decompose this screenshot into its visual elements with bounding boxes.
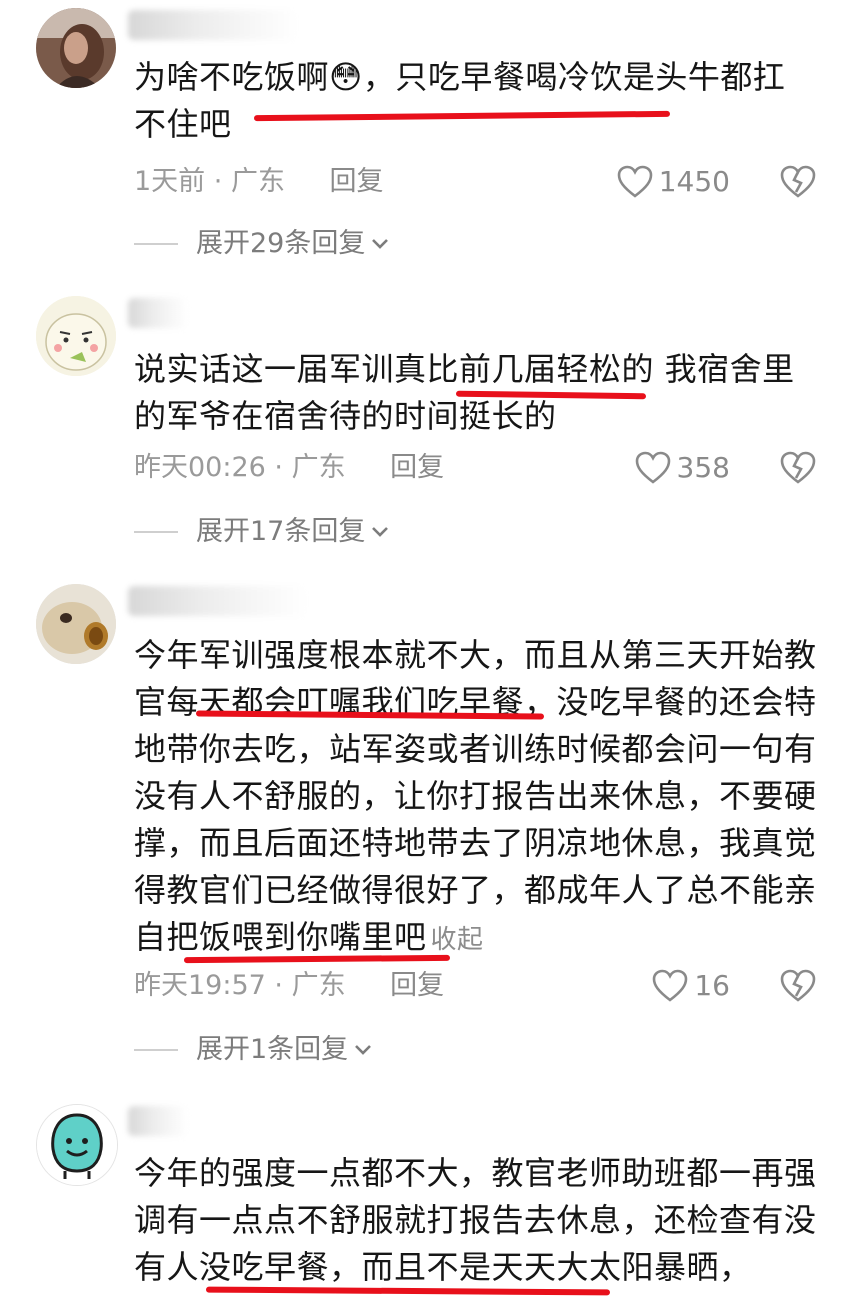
comment-line: 不住吧: [134, 105, 232, 143]
chevron-down-icon: [355, 1045, 372, 1055]
broken-heart-icon[interactable]: [780, 968, 816, 1004]
chevron-down-icon: [372, 527, 389, 537]
comment-line: 地带你去吃，站军姿或者训练时候都会问一句有: [134, 730, 817, 768]
heart-icon: [617, 165, 653, 198]
divider: [134, 1049, 178, 1051]
heart-icon: [635, 451, 670, 484]
region: · 广东: [274, 970, 346, 1001]
like-count: 358: [676, 451, 730, 484]
expand-replies[interactable]: 展开29条回复: [134, 224, 391, 264]
divider: [134, 531, 178, 533]
comment-line: 为啥不吃饭啊😳，只吃早餐喝冷饮是头牛都扛: [134, 58, 786, 96]
expand-replies-label: 展开1条回复: [196, 1034, 349, 1065]
comment-line: 今年军训强度根本就不大，而且从第三天开始教: [134, 636, 817, 674]
reply-button[interactable]: 回复: [330, 166, 384, 197]
avatar[interactable]: [36, 584, 116, 664]
comment-text: 今年的强度一点都不大，教官老师助班都一再强 调有一点点不舒服就打报告去休息，还检…: [134, 1150, 824, 1291]
comment-line: 没有人不舒服的，让你打报告出来休息，不要硬: [134, 777, 817, 815]
reply-button[interactable]: 回复: [390, 970, 444, 1001]
like-count: 16: [694, 969, 730, 1002]
broken-heart-icon[interactable]: [780, 450, 816, 486]
region: · 广东: [213, 166, 285, 197]
like-button[interactable]: 1450: [617, 162, 730, 202]
comment-line-text: 自把饭喂到你嘴里吧: [134, 918, 427, 956]
divider: [134, 243, 178, 245]
like-count: 1450: [658, 165, 730, 198]
expand-replies[interactable]: 展开1条回复: [134, 1030, 374, 1070]
comment-meta: 1天前 · 广东 回复: [134, 162, 384, 202]
reply-button[interactable]: 回复: [390, 452, 444, 483]
avatar[interactable]: [36, 8, 116, 88]
heart-icon: [653, 969, 688, 1002]
username-blurred[interactable]: [128, 1106, 188, 1136]
timestamp: 昨天19:57: [134, 970, 266, 1001]
comment-meta: 昨天00:26 · 广东 回复: [134, 448, 444, 488]
comment-text: 为啥不吃饭啊😳，只吃早餐喝冷饮是头牛都扛 不住吧: [134, 54, 824, 148]
timestamp: 1天前: [134, 166, 206, 197]
chevron-down-icon: [372, 239, 389, 249]
comment-line: 撑，而且后面还特地带去了阴凉地休息，我真觉: [134, 824, 817, 862]
collapse-button[interactable]: 收起: [431, 925, 484, 955]
avatar[interactable]: [36, 296, 116, 376]
like-button[interactable]: 358: [635, 448, 730, 488]
comment-meta: 昨天19:57 · 广东 回复: [134, 966, 444, 1006]
expand-replies[interactable]: 展开17条回复: [134, 512, 391, 552]
comment-line: 今年的强度一点都不大，教官老师助班都一再强: [134, 1154, 817, 1192]
timestamp: 昨天00:26: [134, 452, 266, 483]
comment-text: 今年军训强度根本就不大，而且从第三天开始教 官每天都会叮嘱我们吃早餐，没吃早餐的…: [134, 632, 824, 964]
comment-line: 的军爷在宿舍待的时间挺长的: [134, 397, 557, 435]
broken-heart-icon[interactable]: [780, 164, 816, 200]
avatar[interactable]: [36, 1104, 118, 1186]
like-button[interactable]: 16: [652, 966, 730, 1006]
expand-replies-label: 展开29条回复: [196, 228, 366, 259]
username-blurred[interactable]: [128, 298, 188, 328]
username-blurred[interactable]: [128, 10, 298, 40]
expand-replies-label: 展开17条回复: [196, 516, 366, 547]
comment-line: 得教官们已经做得很好了，都成年人了总不能亲: [134, 871, 817, 909]
comment-line: 说实话这一届军训真比前几届轻松的 我宿舍里: [134, 350, 795, 388]
username-blurred[interactable]: [128, 586, 308, 616]
comment-line: 有人没吃早餐，而且不是天天大太阳暴晒，: [134, 1248, 752, 1286]
region: · 广东: [274, 452, 346, 483]
comment-line: 调有一点点不舒服就打报告去休息，还检查有没: [134, 1201, 817, 1239]
